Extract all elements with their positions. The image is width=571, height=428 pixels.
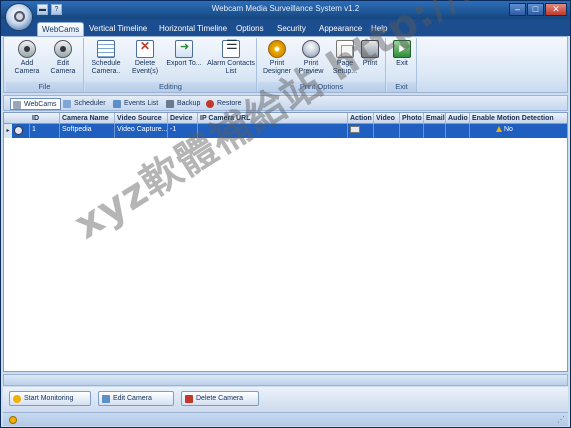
backup-icon <box>166 100 174 108</box>
list-icon <box>113 100 121 108</box>
col-email[interactable]: Email <box>424 113 446 124</box>
gear-icon <box>268 40 286 58</box>
app-menu-button[interactable] <box>5 3 33 31</box>
contacts-list-icon <box>222 40 240 58</box>
add-camera-button[interactable]: Add Camera <box>8 40 46 82</box>
resize-grip-icon[interactable]: ⋰ <box>557 415 565 424</box>
delete-camera-button[interactable]: Delete Camera <box>181 391 259 406</box>
export-icon <box>175 40 193 58</box>
delete-icon <box>136 40 154 58</box>
edit-icon <box>102 395 110 403</box>
status-bar: ⋰ <box>3 412 568 426</box>
add-camera-label: Add Camera <box>14 60 40 75</box>
edit-camera-bottom-button[interactable]: Edit Camera <box>98 391 174 406</box>
add-camera-icon <box>18 40 36 58</box>
maximize-button[interactable]: □ <box>527 3 544 16</box>
ribbon-tabs: WebCams Vertical Timeline Horizontal Tim… <box>1 19 570 36</box>
col-photo[interactable]: Photo <box>400 113 424 124</box>
alarm-contacts-label: Alarm Contacts List <box>207 60 255 75</box>
tab-webcams[interactable]: WebCams <box>37 22 85 36</box>
cell-photo <box>400 124 424 138</box>
cell-enable-motion-detection: No <box>470 124 567 138</box>
group-editing: Schedule Camera.. Delete Event(s) Export… <box>85 38 257 92</box>
delete-events-button[interactable]: Delete Event(s) <box>126 40 164 82</box>
start-monitoring-button[interactable]: Start Monitoring <box>9 391 91 406</box>
edit-camera-button[interactable]: Edit Camera <box>44 40 82 82</box>
cell-action[interactable] <box>348 124 374 138</box>
col-camera-name[interactable]: Camera Name <box>60 113 115 124</box>
cell-audio <box>446 124 470 138</box>
subtab-webcams[interactable]: WebCams <box>10 98 61 110</box>
action-icon <box>350 126 360 133</box>
tab-options[interactable]: Options <box>232 22 268 36</box>
delete-camera-label: Delete Camera <box>196 395 244 402</box>
row-selector[interactable]: ▸ <box>4 124 12 138</box>
col-action[interactable]: Action <box>348 113 374 124</box>
subtab-backup-label: Backup <box>177 100 201 107</box>
webcam-icon <box>14 11 25 22</box>
export-to-label: Export To... <box>166 60 202 67</box>
start-monitoring-label: Start Monitoring <box>24 395 74 402</box>
tab-horizontal-timeline[interactable]: Horizontal Timeline <box>155 22 231 36</box>
group-editing-label: Editing <box>85 82 256 92</box>
col-id[interactable]: ID <box>30 113 60 124</box>
group-file-label: File <box>6 82 83 92</box>
delete-events-label: Delete Event(s) <box>131 60 159 75</box>
schedule-camera-button[interactable]: Schedule Camera.. <box>87 40 125 82</box>
group-exit-label: Exit <box>387 82 416 92</box>
exit-label: Exit <box>396 60 408 67</box>
cell-email <box>424 124 446 138</box>
app-window: ▬ ? Webcam Media Surveillance System v1.… <box>0 0 571 428</box>
webcam-icon <box>13 101 21 109</box>
schedule-icon <box>97 40 115 58</box>
bottom-toolbar: Start Monitoring Edit Camera Delete Came… <box>3 387 568 411</box>
minimize-button[interactable]: – <box>509 3 526 16</box>
cell-camera-name: Softpedia <box>60 124 115 138</box>
alarm-contacts-button[interactable]: Alarm Contacts List <box>207 40 255 82</box>
warning-icon <box>496 126 502 133</box>
subtab-events-list-label: Events List <box>124 100 159 107</box>
edit-camera-label: Edit Camera <box>50 60 76 75</box>
col-video-source[interactable]: Video Source <box>115 113 168 124</box>
delete-icon <box>185 395 193 403</box>
subtab-backup[interactable]: Backup <box>164 98 203 110</box>
cell-video-source: Video Capture... <box>115 124 168 138</box>
status-icon <box>9 416 17 424</box>
col-video[interactable]: Video <box>374 113 400 124</box>
webcam-icon <box>14 126 23 135</box>
motion-detection-value: No <box>504 126 513 133</box>
export-to-button[interactable]: Export To... <box>165 40 203 82</box>
edit-camera-icon <box>54 40 72 58</box>
row-camera-icon <box>12 124 30 138</box>
subtab-scheduler-label: Scheduler <box>74 100 106 107</box>
subtab-scheduler[interactable]: Scheduler <box>61 98 109 110</box>
schedule-camera-label: Schedule Camera.. <box>91 60 121 75</box>
col-enable-motion-detection[interactable]: Enable Motion Detection <box>470 113 567 124</box>
subtab-events-list[interactable]: Events List <box>111 98 161 110</box>
cell-id: 1 <box>30 124 60 138</box>
edit-camera-bottom-label: Edit Camera <box>113 395 152 402</box>
group-file: Add Camera Edit Camera File <box>6 38 84 92</box>
subtab-webcams-label: WebCams <box>24 101 57 108</box>
calendar-icon <box>63 100 71 108</box>
cell-video <box>374 124 400 138</box>
grid-footer-bar <box>3 374 568 386</box>
tab-security[interactable]: Security <box>273 22 310 36</box>
close-button[interactable]: ✕ <box>545 3 567 16</box>
start-icon <box>13 395 21 403</box>
window-title: Webcam Media Surveillance System v1.2 <box>211 4 360 13</box>
tab-vertical-timeline[interactable]: Vertical Timeline <box>85 22 151 36</box>
col-audio[interactable]: Audio <box>446 113 470 124</box>
